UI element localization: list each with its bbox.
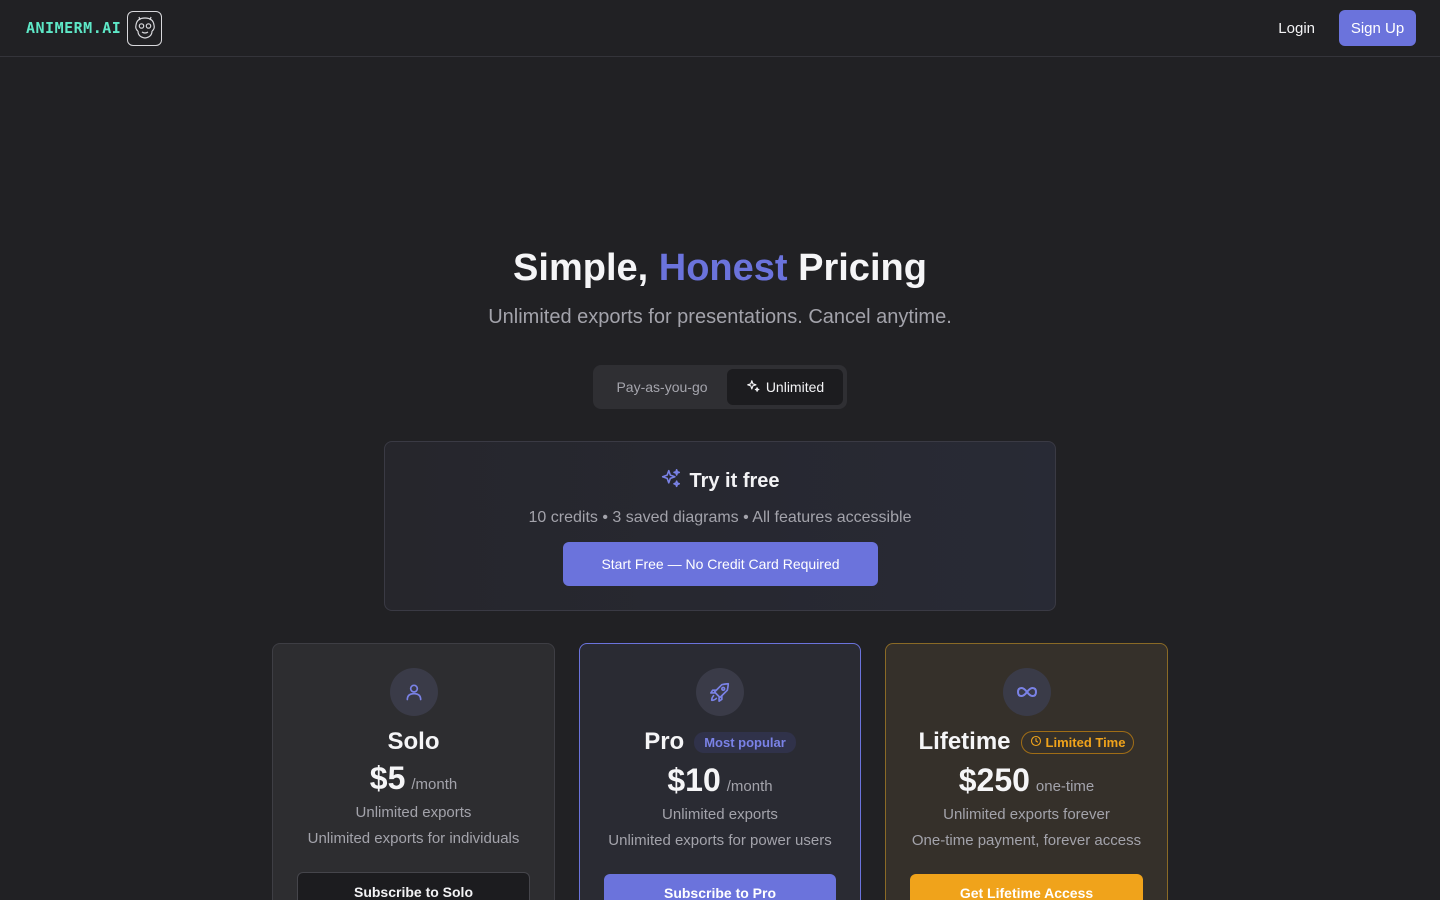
rocket-icon [696, 668, 744, 716]
nav-actions: Login Sign Up [1278, 10, 1416, 46]
plan-price: $5 [369, 760, 406, 796]
toggle-unlimited[interactable]: Unlimited [727, 369, 843, 405]
brand[interactable]: ANIMERM.AI [26, 10, 163, 46]
clock-icon [1030, 735, 1042, 750]
plan-period: /month [726, 778, 773, 795]
plan-price: $10 [667, 762, 721, 798]
plan-period: one-time [1035, 778, 1095, 795]
page-subtitle: Unlimited exports for presentations. Can… [488, 306, 952, 328]
plan-period: /month [411, 776, 458, 793]
plan-name: Solo [387, 728, 440, 755]
infinity-icon [1002, 668, 1051, 716]
login-link[interactable]: Login [1278, 20, 1315, 37]
toggle-unlimited-label: Unlimited [765, 379, 825, 395]
brand-name: ANIMERM.AI [26, 19, 122, 37]
toggle-pay-as-you-go[interactable]: Pay-as-you-go [597, 369, 727, 405]
plan-header: Lifetime Limited Time [886, 728, 1167, 756]
user-icon [389, 668, 438, 716]
plan-feature: Unlimited exports [662, 806, 778, 823]
plan-feature: Unlimited exports forever [943, 806, 1110, 823]
brand-mascot-icon [127, 10, 163, 46]
plan-description: One-time payment, forever access [911, 832, 1142, 849]
top-nav: ANIMERM.AI Login Sign Up [0, 0, 1440, 57]
sparkles-icon [660, 468, 681, 495]
plan-card-lifetime: Lifetime Limited Time $250 one-time Unli… [885, 643, 1168, 900]
plan-price-row: $10 /month [580, 762, 860, 799]
plan-name: Pro [644, 728, 685, 755]
free-trial-card: Try it free 10 credits • 3 saved diagram… [384, 441, 1056, 611]
trial-title-text: Try it free [689, 470, 780, 492]
title-accent: Honest [658, 247, 788, 289]
plan-card-solo: Solo $5 /month Unlimited exports Unlimit… [272, 643, 555, 900]
subscribe-pro-button[interactable]: Subscribe to Pro [604, 874, 836, 900]
plan-price: $250 [958, 762, 1030, 798]
plan-price-row: $250 one-time [886, 762, 1167, 799]
trial-subtitle: 10 credits • 3 saved diagrams • All feat… [528, 509, 912, 526]
plan-name: Lifetime [918, 728, 1011, 755]
sparkles-icon [746, 379, 760, 396]
page-title: Simple, Honest Pricing [0, 247, 1440, 290]
billing-toggle: Pay-as-you-go Unlimited [593, 365, 847, 409]
most-popular-badge: Most popular [694, 731, 796, 753]
signup-button[interactable]: Sign Up [1339, 10, 1416, 46]
plan-description: Unlimited exports for individuals [307, 830, 520, 847]
plan-header: Solo [273, 728, 554, 756]
limited-time-label: Limited Time [1045, 734, 1126, 750]
title-part-1: Simple, [513, 247, 659, 289]
title-part-2: Pricing [787, 247, 927, 289]
plan-header: Pro Most popular [580, 728, 860, 756]
subscribe-solo-button[interactable]: Subscribe to Solo [297, 872, 530, 900]
trial-title: Try it free [385, 468, 1055, 495]
start-free-button[interactable]: Start Free — No Credit Card Required [563, 542, 878, 586]
plan-price-row: $5 /month [273, 760, 554, 797]
plan-description: Unlimited exports for power users [608, 832, 832, 849]
plan-card-pro: Pro Most popular $10 /month Unlimited ex… [579, 643, 861, 900]
plan-feature: Unlimited exports [355, 804, 472, 821]
get-lifetime-button[interactable]: Get Lifetime Access [910, 874, 1143, 900]
limited-time-badge: Limited Time [1020, 730, 1135, 754]
